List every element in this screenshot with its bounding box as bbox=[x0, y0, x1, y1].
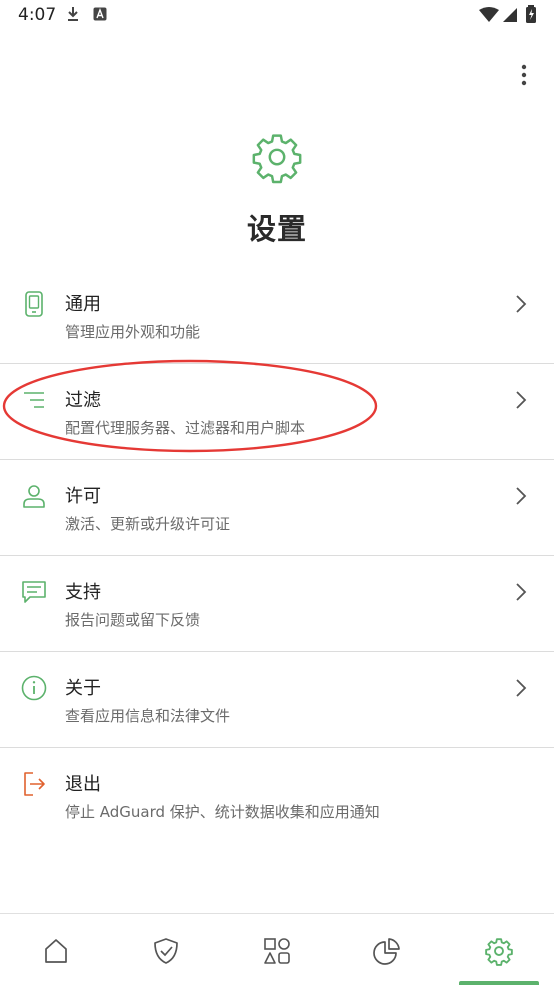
menu-item-filtering[interactable]: 过滤 配置代理服务器、过滤器和用户脚本 bbox=[0, 364, 554, 460]
chevron-right-icon bbox=[516, 679, 527, 697]
chevron-right-icon bbox=[516, 295, 527, 313]
menu-item-exit[interactable]: 退出 停止 AdGuard 保护、统计数据收集和应用通知 bbox=[0, 748, 554, 843]
menu-item-general[interactable]: 通用 管理应用外观和功能 bbox=[0, 268, 554, 364]
chat-message-icon bbox=[22, 581, 46, 603]
chevron-right-icon bbox=[516, 391, 527, 409]
menu-item-subtitle: 配置代理服务器、过滤器和用户脚本 bbox=[65, 419, 306, 437]
selected-tab-indicator bbox=[459, 981, 539, 985]
menu-item-subtitle: 查看应用信息和法律文件 bbox=[65, 707, 231, 725]
menu-item-title: 退出 bbox=[65, 774, 101, 795]
more-vertical-icon bbox=[521, 64, 527, 86]
gear-icon[interactable] bbox=[484, 936, 514, 966]
menu-item-license[interactable]: 许可 激活、更新或升级许可证 bbox=[0, 460, 554, 556]
text-icon bbox=[93, 7, 107, 21]
chevron-right-icon bbox=[516, 583, 527, 601]
menu-item-subtitle: 管理应用外观和功能 bbox=[65, 323, 201, 341]
menu-item-support[interactable]: 支持 报告问题或留下反馈 bbox=[0, 556, 554, 652]
battery-charging-icon bbox=[526, 5, 536, 23]
shield-check-icon[interactable] bbox=[151, 936, 181, 966]
pie-chart-icon[interactable] bbox=[372, 936, 402, 966]
home-icon[interactable] bbox=[41, 936, 71, 966]
apps-grid-icon[interactable] bbox=[262, 936, 292, 966]
wifi-icon bbox=[479, 7, 499, 22]
page-title: 设置 bbox=[246, 212, 307, 246]
bottom-navigation bbox=[0, 913, 554, 985]
menu-item-title: 许可 bbox=[65, 486, 101, 507]
menu-item-title: 支持 bbox=[65, 582, 101, 603]
download-icon bbox=[68, 7, 78, 21]
status-time: 4:07 bbox=[18, 5, 57, 25]
menu-item-subtitle: 停止 AdGuard 保护、统计数据收集和应用通知 bbox=[65, 803, 380, 821]
menu-item-subtitle: 报告问题或留下反馈 bbox=[65, 611, 201, 629]
more-options-button[interactable] bbox=[512, 62, 536, 88]
status-bar: 4:07 bbox=[0, 0, 554, 32]
menu-item-title: 过滤 bbox=[65, 390, 101, 411]
settings-gear-icon bbox=[252, 134, 302, 184]
menu-item-title: 关于 bbox=[65, 678, 101, 699]
settings-menu: 通用 管理应用外观和功能 过滤 配置代理服务器、过滤器和用户脚本 许可 激活、更… bbox=[0, 268, 554, 843]
menu-item-title: 通用 bbox=[65, 294, 101, 315]
exit-icon bbox=[24, 772, 45, 796]
info-icon bbox=[21, 675, 47, 701]
menu-item-about[interactable]: 关于 查看应用信息和法律文件 bbox=[0, 652, 554, 748]
filter-lines-icon bbox=[24, 392, 44, 408]
user-icon bbox=[23, 485, 45, 508]
phone-icon bbox=[25, 291, 43, 317]
signal-icon bbox=[503, 8, 517, 22]
chevron-right-icon bbox=[516, 487, 527, 505]
menu-item-subtitle: 激活、更新或升级许可证 bbox=[65, 515, 231, 533]
